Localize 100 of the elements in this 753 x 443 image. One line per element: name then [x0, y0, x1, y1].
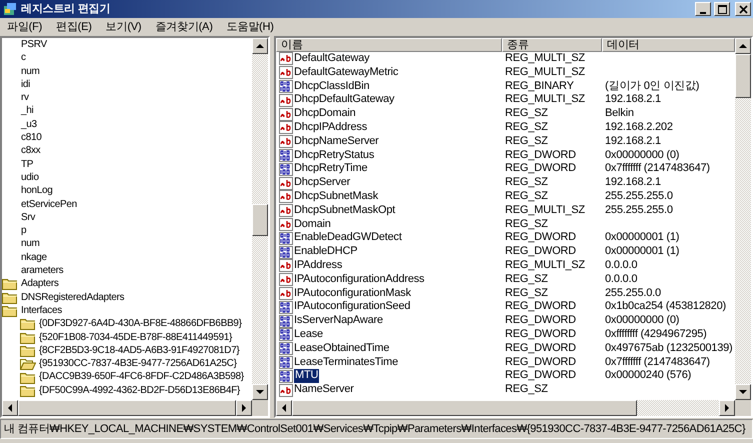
string-value-icon: [279, 52, 293, 66]
string-value-icon: [279, 108, 293, 121]
tree-item[interactable]: idi: [21, 78, 30, 92]
scrollbar-corner: [252, 400, 268, 416]
close-button[interactable]: [735, 2, 751, 16]
tree-item[interactable]: udio: [21, 170, 39, 184]
tree-item[interactable]: {951930CC-7837-4B3E-9477-7256AD61A25C}: [39, 357, 237, 370]
value-name[interactable]: DefaultGateway: [294, 52, 370, 66]
value-name[interactable]: DhcpSubnetMask: [294, 190, 378, 204]
tree-item[interactable]: {DACC9B39-650F-4FC6-8FDF-C2D486A3B598}: [39, 370, 244, 384]
tree-item[interactable]: {8CF2B5D3-9C18-4AD5-A6B3-91F4927081D7}: [39, 344, 240, 358]
value-name[interactable]: NameServer: [294, 383, 354, 397]
value-data: 0x00000001 (1): [605, 245, 680, 258]
scroll-down-button[interactable]: [252, 384, 268, 400]
vertical-scrollbar[interactable]: [252, 38, 268, 400]
vertical-scrollbar[interactable]: [735, 38, 751, 400]
menu-item[interactable]: 보기(V): [98, 18, 148, 36]
scrollbar-thumb[interactable]: [292, 400, 637, 416]
tree-item[interactable]: TP: [21, 158, 34, 171]
value-data: 0x1b0ca254 (453812820): [605, 300, 726, 312]
tree-item[interactable]: num: [21, 237, 40, 251]
scroll-left-button[interactable]: [2, 400, 18, 416]
value-name[interactable]: Domain: [294, 218, 331, 232]
value-type: REG_MULTI_SZ: [504, 258, 586, 273]
scroll-down-button[interactable]: [735, 384, 751, 400]
tree-item[interactable]: honLog: [21, 184, 53, 198]
tree-item[interactable]: PSRV: [21, 38, 47, 52]
column-header[interactable]: 이름: [276, 38, 502, 52]
value-name[interactable]: Lease: [294, 328, 323, 342]
tree-item[interactable]: rv: [21, 91, 29, 104]
menu-item[interactable]: 편집(E): [49, 18, 99, 36]
binary-value-icon: [279, 148, 293, 162]
minimize-button[interactable]: [695, 2, 711, 16]
scroll-right-button[interactable]: [236, 400, 252, 416]
tree-item[interactable]: _hi: [21, 104, 34, 118]
tree-item[interactable]: c: [21, 51, 26, 65]
value-name[interactable]: DhcpClassIdBin: [294, 80, 370, 94]
maximize-button[interactable]: [714, 2, 730, 16]
value-name[interactable]: IPAutoconfigurationMask: [294, 286, 411, 300]
tree-item[interactable]: etServicePen: [21, 198, 77, 211]
tree-item[interactable]: {520F1B08-7034-45DE-B78F-88E411449591}: [39, 330, 232, 344]
value-name[interactable]: DhcpSubnetMaskOpt: [294, 204, 396, 218]
column-header[interactable]: 데이터: [602, 38, 735, 52]
string-value-icon: [279, 176, 293, 190]
string-value-icon: [279, 273, 293, 286]
value-name[interactable]: IsServerNapAware: [294, 314, 383, 328]
tree-item[interactable]: Srv: [21, 210, 36, 224]
tree-item[interactable]: {0DF3D927-6A4D-430A-BF8E-48866DFB6BB9}: [39, 317, 242, 331]
horizontal-scrollbar[interactable]: [276, 400, 735, 416]
tree-item[interactable]: c8xx: [21, 144, 40, 158]
scroll-left-button[interactable]: [276, 400, 292, 416]
tree-item[interactable]: nkage: [21, 250, 47, 264]
value-type: REG_SZ: [504, 120, 549, 135]
scroll-right-button[interactable]: [719, 400, 735, 416]
value-name[interactable]: DhcpDefaultGateway: [294, 93, 394, 108]
value-data: 0x00000240 (576): [605, 369, 692, 382]
tree-item[interactable]: p: [21, 224, 26, 238]
value-name[interactable]: MTU: [294, 369, 320, 384]
value-name[interactable]: DhcpRetryTime: [294, 162, 368, 176]
binary-value-icon: [279, 80, 293, 93]
value-name[interactable]: LeaseTerminatesTime: [294, 356, 398, 370]
value-data: 192.168.2.1: [605, 93, 661, 106]
value-name[interactable]: DhcpNameServer: [294, 134, 379, 149]
value-name[interactable]: IPAutoconfigurationSeed: [294, 300, 410, 314]
value-type: REG_DWORD: [504, 245, 577, 259]
binary-value-icon: [279, 370, 293, 383]
tree-item[interactable]: Interfaces: [21, 304, 62, 318]
close-icon: [738, 4, 748, 14]
value-name[interactable]: DefaultGatewayMetric: [294, 66, 398, 80]
value-name[interactable]: DhcpServer: [294, 176, 350, 190]
folder-icon: [2, 277, 18, 290]
tree-item[interactable]: DNSRegisteredAdapters: [21, 290, 124, 304]
tree-item[interactable]: {DF50C99A-4992-4362-BD2F-D56D13E86B4F}: [39, 384, 240, 398]
value-name[interactable]: EnableDeadGWDetect: [294, 231, 402, 246]
scroll-up-button[interactable]: [252, 38, 268, 54]
value-data: 192.168.2.202: [605, 120, 673, 133]
menu-item[interactable]: 도움말(H): [220, 18, 281, 36]
right-arrow-icon: [725, 404, 729, 412]
value-name[interactable]: DhcpRetryStatus: [294, 148, 374, 162]
value-name[interactable]: DhcpIPAddress: [294, 120, 368, 135]
value-name[interactable]: LeaseObtainedTime: [294, 342, 390, 356]
value-name[interactable]: IPAddress: [294, 258, 342, 273]
scrollbar-thumb[interactable]: [735, 54, 751, 98]
value-name[interactable]: IPAutoconfigurationAddress: [294, 272, 424, 287]
tree-item[interactable]: _u3: [21, 118, 37, 132]
value-type: REG_SZ: [504, 134, 549, 149]
value-name[interactable]: DhcpDomain: [294, 107, 356, 121]
left-arrow-icon: [8, 404, 12, 412]
tree-item[interactable]: Adapters: [21, 277, 59, 291]
value-data: 192.168.2.1: [605, 176, 661, 188]
tree-item[interactable]: arameters: [21, 264, 64, 278]
menu-item[interactable]: 즐겨찾기(A): [148, 18, 220, 36]
column-header[interactable]: 종류: [502, 38, 602, 52]
tree-item[interactable]: num: [21, 64, 40, 78]
menu-item[interactable]: 파일(F): [0, 18, 50, 36]
tree-item[interactable]: c810: [21, 131, 42, 144]
scrollbar-thumb[interactable]: [252, 204, 268, 236]
value-name[interactable]: EnableDHCP: [294, 245, 358, 259]
string-value-icon: [279, 66, 293, 80]
scroll-up-button[interactable]: [735, 38, 751, 54]
